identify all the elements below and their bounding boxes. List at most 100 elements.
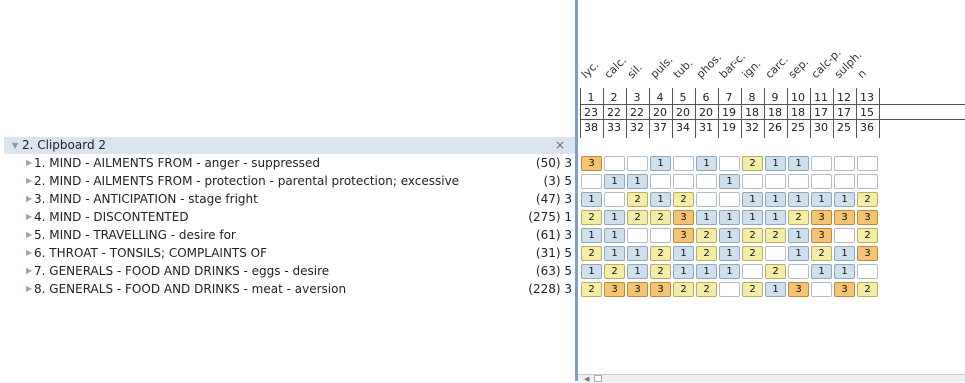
- grade-box[interactable]: 1: [719, 228, 740, 243]
- rubric-row[interactable]: ▶ 6. THROAT - TONSILS; COMPLAINTS OF (31) …: [4, 244, 575, 262]
- grade-box[interactable]: 3: [834, 210, 855, 225]
- grade-box[interactable]: 1: [765, 282, 786, 297]
- grade-box[interactable]: [742, 264, 763, 279]
- rubric-row[interactable]: ▶ 7. GENERALS - FOOD AND DRINKS - eggs - …: [4, 262, 575, 280]
- grade-box[interactable]: [811, 282, 832, 297]
- grade-box[interactable]: [650, 228, 671, 243]
- grade-box[interactable]: [581, 174, 602, 189]
- grade-box[interactable]: 2: [857, 192, 878, 207]
- grade-box[interactable]: 2: [765, 264, 786, 279]
- grade-box[interactable]: [857, 174, 878, 189]
- rubric-row[interactable]: ▶ 2. MIND - AILMENTS FROM - protection - …: [4, 172, 575, 190]
- grade-box[interactable]: 3: [627, 282, 648, 297]
- grade-box[interactable]: 3: [604, 282, 625, 297]
- rubric-row[interactable]: ▶ 8. GENERALS - FOOD AND DRINKS - meat - …: [4, 280, 575, 298]
- grade-box[interactable]: 2: [581, 246, 602, 261]
- grade-box[interactable]: 3: [834, 282, 855, 297]
- expand-triangle-icon[interactable]: ▶: [26, 244, 32, 262]
- grade-box[interactable]: 3: [857, 246, 878, 261]
- grade-box[interactable]: [788, 174, 809, 189]
- grade-box[interactable]: 1: [604, 174, 625, 189]
- grade-box[interactable]: 3: [857, 210, 878, 225]
- grade-box[interactable]: 2: [811, 246, 832, 261]
- remedy-abbr[interactable]: carc.: [763, 53, 791, 81]
- grade-box[interactable]: 1: [696, 156, 717, 171]
- grade-box[interactable]: 1: [696, 210, 717, 225]
- grade-box[interactable]: 1: [604, 210, 625, 225]
- grade-box[interactable]: 1: [627, 264, 648, 279]
- grade-box[interactable]: [719, 192, 740, 207]
- grade-box[interactable]: 2: [742, 228, 763, 243]
- rubric-row[interactable]: ▶ 4. MIND - DISCONTENTED (275) 1: [4, 208, 575, 226]
- remedy-abbr[interactable]: sep.: [786, 56, 811, 81]
- grade-box[interactable]: 1: [788, 228, 809, 243]
- grade-box[interactable]: [742, 174, 763, 189]
- grade-box[interactable]: [857, 264, 878, 279]
- grade-box[interactable]: 1: [719, 264, 740, 279]
- scroll-left-arrow-icon[interactable]: ◀: [584, 375, 589, 383]
- expand-triangle-icon[interactable]: ▶: [26, 280, 32, 298]
- grade-box[interactable]: 1: [673, 264, 694, 279]
- expand-triangle-icon[interactable]: ▶: [26, 154, 32, 172]
- grade-box[interactable]: 1: [719, 174, 740, 189]
- close-icon[interactable]: ×: [555, 137, 565, 154]
- grade-box[interactable]: [765, 174, 786, 189]
- grade-box[interactable]: 2: [581, 282, 602, 297]
- grade-box[interactable]: [627, 156, 648, 171]
- grade-box[interactable]: 1: [627, 246, 648, 261]
- grade-box[interactable]: 1: [765, 156, 786, 171]
- grade-box[interactable]: 1: [696, 264, 717, 279]
- grade-box[interactable]: 1: [788, 246, 809, 261]
- grade-box[interactable]: [696, 192, 717, 207]
- remedy-abbr[interactable]: puls.: [648, 53, 676, 81]
- grade-box[interactable]: [719, 282, 740, 297]
- grade-box[interactable]: [834, 228, 855, 243]
- grade-box[interactable]: 2: [650, 210, 671, 225]
- expand-triangle-icon[interactable]: ▶: [26, 172, 32, 190]
- collapse-triangle-icon[interactable]: ▼: [12, 137, 18, 154]
- grade-box[interactable]: 2: [742, 282, 763, 297]
- grade-box[interactable]: 1: [719, 246, 740, 261]
- grade-box[interactable]: 2: [650, 246, 671, 261]
- remedy-abbr[interactable]: calc.: [602, 54, 629, 81]
- grade-box[interactable]: 1: [765, 192, 786, 207]
- grade-box[interactable]: 2: [788, 210, 809, 225]
- grade-box[interactable]: [857, 156, 878, 171]
- grade-box[interactable]: 1: [673, 246, 694, 261]
- grade-box[interactable]: 2: [627, 210, 648, 225]
- expand-triangle-icon[interactable]: ▶: [26, 262, 32, 280]
- grade-box[interactable]: 1: [742, 210, 763, 225]
- grade-box[interactable]: [811, 156, 832, 171]
- grade-box[interactable]: 1: [765, 210, 786, 225]
- grade-box[interactable]: 2: [696, 228, 717, 243]
- grade-box[interactable]: [788, 264, 809, 279]
- grade-box[interactable]: 1: [788, 156, 809, 171]
- grade-box[interactable]: 2: [696, 246, 717, 261]
- grade-box[interactable]: [673, 174, 694, 189]
- grade-box[interactable]: [673, 156, 694, 171]
- grade-box[interactable]: [834, 174, 855, 189]
- rubric-row[interactable]: ▶ 3. MIND - ANTICIPATION - stage fright (4…: [4, 190, 575, 208]
- grade-box[interactable]: [719, 156, 740, 171]
- grade-box[interactable]: 1: [811, 192, 832, 207]
- grade-box[interactable]: 2: [742, 156, 763, 171]
- clipboard-header[interactable]: ▼ 2. Clipboard 2 ×: [4, 137, 575, 154]
- grade-box[interactable]: 2: [627, 192, 648, 207]
- remedy-abbr[interactable]: bar-c.: [717, 50, 748, 81]
- grade-box[interactable]: 2: [857, 282, 878, 297]
- grade-box[interactable]: 1: [627, 174, 648, 189]
- grade-box[interactable]: 1: [834, 192, 855, 207]
- grade-box[interactable]: 1: [650, 156, 671, 171]
- rubric-row[interactable]: ▶ 1. MIND - AILMENTS FROM - anger - suppr…: [4, 154, 575, 172]
- grade-box[interactable]: 1: [650, 192, 671, 207]
- grade-box[interactable]: 2: [650, 264, 671, 279]
- grade-box[interactable]: 1: [834, 246, 855, 261]
- grade-box[interactable]: 1: [581, 264, 602, 279]
- grade-box[interactable]: 3: [673, 228, 694, 243]
- grade-box[interactable]: 1: [604, 228, 625, 243]
- grade-box[interactable]: 1: [834, 264, 855, 279]
- grade-box[interactable]: [627, 228, 648, 243]
- expand-triangle-icon[interactable]: ▶: [26, 208, 32, 226]
- grade-box[interactable]: 1: [788, 192, 809, 207]
- grade-box[interactable]: 1: [581, 192, 602, 207]
